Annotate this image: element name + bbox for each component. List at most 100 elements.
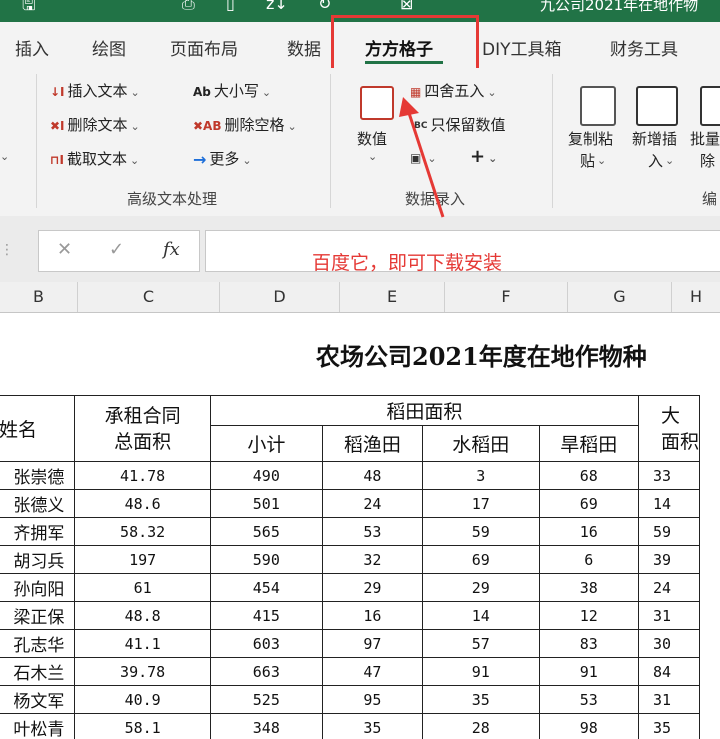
row-contract-cell[interactable]: 41.78 [74,461,211,490]
copy-paste-button[interactable]: 复制粘 [568,128,613,149]
row-name-cell[interactable]: 叶松青 [0,713,76,739]
row-other-cell[interactable]: 33 [637,461,701,490]
row-contract-cell[interactable]: 41.1 [74,629,211,658]
header-contract-area[interactable]: 承租合同 总面积 [74,395,211,462]
more-button[interactable]: → 更多 ⌄ [193,148,252,169]
insert-text-button[interactable]: ↓I 插入文本 ⌄ [50,80,140,101]
row-dry-cell[interactable]: 12 [538,601,639,630]
row-name-cell[interactable]: 杨文军 [0,685,76,714]
row-rice-fish-cell[interactable]: 97 [321,629,424,658]
row-other-cell[interactable]: 35 [637,713,701,739]
row-rice-fish-cell[interactable]: 24 [321,489,424,518]
row-dry-cell[interactable]: 69 [538,489,639,518]
row-contract-cell[interactable]: 197 [74,545,211,574]
row-contract-cell[interactable]: 48.8 [74,601,211,630]
row-other-cell[interactable]: 24 [637,573,701,602]
row-contract-cell[interactable]: 58.1 [74,713,211,739]
header-dry-rice[interactable]: 旱稻田 [538,425,639,462]
row-rice-fish-cell[interactable]: 95 [321,685,424,714]
save-icon[interactable]: 🖫 [22,0,36,21]
row-paddy-cell[interactable]: 91 [422,657,540,686]
row-name-cell[interactable]: 张崇德 [0,461,76,490]
row-dry-cell[interactable]: 68 [538,461,639,490]
sheet-title[interactable]: 农场公司2021年度在地作物种 [316,337,647,372]
header-name[interactable]: 姓名 [0,395,76,462]
row-dry-cell[interactable]: 16 [538,517,639,546]
row-dry-cell[interactable]: 98 [538,713,639,739]
row-name-cell[interactable]: 梁正保 [0,601,76,630]
header-paddy[interactable]: 水稻田 [422,425,540,462]
row-dry-cell[interactable]: 91 [538,657,639,686]
column-header-d[interactable]: D [220,282,340,312]
delete-spaces-button[interactable]: ✖AB 删除空格 ⌄ [193,114,297,135]
row-name-cell[interactable]: 齐拥军 [0,517,76,546]
function-icon[interactable]: fx [163,239,180,260]
row-rice-fish-cell[interactable]: 47 [321,657,424,686]
row-rice-fish-cell[interactable]: 16 [321,601,424,630]
column-header-h[interactable]: H [672,282,720,312]
column-header-e[interactable]: E [340,282,445,312]
row-name-cell[interactable]: 孙向阳 [0,573,76,602]
row-paddy-cell[interactable]: 57 [422,629,540,658]
column-header-f[interactable]: F [445,282,568,312]
header-rice-fish[interactable]: 稻渔田 [321,425,424,462]
row-subtotal-cell[interactable]: 348 [209,713,323,739]
row-other-cell[interactable]: 39 [637,545,701,574]
value-button[interactable]: 数值 [357,128,387,149]
tab-finance-tools[interactable]: 财务工具 [610,35,678,60]
add-insert-button[interactable]: 新增插 [632,128,677,149]
sort-icon[interactable]: z↓ [266,0,288,13]
cancel-icon[interactable]: ✕ [57,239,72,260]
spreadsheet-grid[interactable]: 农场公司2021年度在地作物种 姓名 承租合同 总面积 稻田面积 大 面积 小计… [0,313,720,739]
row-subtotal-cell[interactable]: 525 [209,685,323,714]
extract-text-button[interactable]: ⊓I 截取文本 ⌄ [50,148,139,169]
redo-icon[interactable]: ↻ [318,0,331,13]
row-name-cell[interactable]: 张德义 [0,489,76,518]
row-paddy-cell[interactable]: 28 [422,713,540,739]
row-dry-cell[interactable]: 53 [538,685,639,714]
name-box-handle[interactable]: ⋮ [0,230,14,270]
row-subtotal-cell[interactable]: 590 [209,545,323,574]
column-header-b[interactable]: B [0,282,78,312]
tab-diy-toolbox[interactable]: DIY工具箱 [482,35,562,60]
header-subtotal[interactable]: 小计 [209,425,323,462]
row-name-cell[interactable]: 胡习兵 [0,545,76,574]
row-dry-cell[interactable]: 6 [538,545,639,574]
row-paddy-cell[interactable]: 69 [422,545,540,574]
row-paddy-cell[interactable]: 14 [422,601,540,630]
row-contract-cell[interactable]: 58.32 [74,517,211,546]
batch-delete-button[interactable]: 批量 [690,128,720,149]
row-rice-fish-cell[interactable]: 32 [321,545,424,574]
left-chevron-icon[interactable]: ⌄ [0,150,9,163]
chevron-down-icon[interactable]: ⌄ [665,154,674,167]
row-other-cell[interactable]: 14 [637,489,701,518]
row-rice-fish-cell[interactable]: 48 [321,461,424,490]
row-other-cell[interactable]: 59 [637,517,701,546]
row-rice-fish-cell[interactable]: 29 [321,573,424,602]
format-icon[interactable]: ⊠ [400,0,413,13]
row-subtotal-cell[interactable]: 415 [209,601,323,630]
row-rice-fish-cell[interactable]: 53 [321,517,424,546]
row-subtotal-cell[interactable]: 501 [209,489,323,518]
row-contract-cell[interactable]: 39.78 [74,657,211,686]
row-subtotal-cell[interactable]: 454 [209,573,323,602]
row-subtotal-cell[interactable]: 663 [209,657,323,686]
row-paddy-cell[interactable]: 59 [422,517,540,546]
confirm-icon[interactable]: ✓ [109,239,124,260]
row-paddy-cell[interactable]: 17 [422,489,540,518]
row-dry-cell[interactable]: 83 [538,629,639,658]
chevron-down-icon[interactable]: ⌄ [597,154,606,167]
row-paddy-cell[interactable]: 3 [422,461,540,490]
tab-draw[interactable]: 绘图 [92,35,126,60]
column-header-g[interactable]: G [568,282,672,312]
row-other-cell[interactable]: 31 [637,601,701,630]
column-header-c[interactable]: C [78,282,220,312]
chevron-down-icon[interactable]: ⌄ [368,150,377,163]
page-icon[interactable]: ▯ [226,0,235,13]
row-dry-cell[interactable]: 38 [538,573,639,602]
row-contract-cell[interactable]: 61 [74,573,211,602]
row-name-cell[interactable]: 石木兰 [0,657,76,686]
row-other-cell[interactable]: 30 [637,629,701,658]
header-other-area[interactable]: 大 面积 [637,395,701,462]
tab-page-layout[interactable]: 页面布局 [170,35,238,60]
